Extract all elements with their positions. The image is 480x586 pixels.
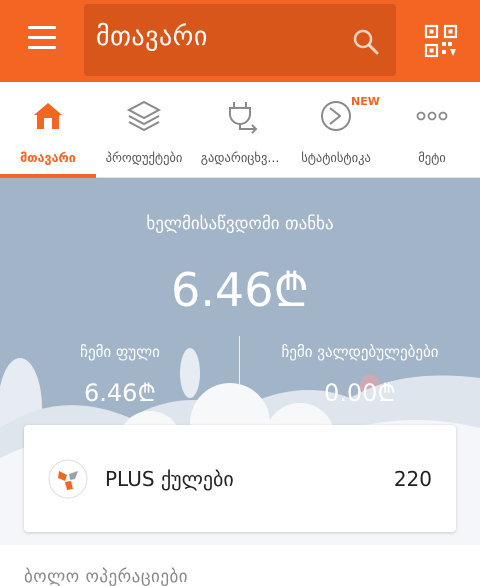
my-obligations-amount[interactable]: 0.00₾ — [240, 376, 480, 409]
recent-operations-title: ბოლო ოპერაციები — [24, 567, 189, 586]
statistics-icon — [321, 101, 351, 131]
available-balance-amount: 6.46₾ — [171, 263, 309, 317]
main-nav: მთავარი პროდუქტები გადარიცხვ... სტატისტი… — [0, 82, 480, 178]
recent-operations-section: ბოლო ოპერაციები — [0, 545, 480, 586]
page-title: მთავარი — [96, 22, 208, 52]
available-balance-label: ხელმისაწვდომი თანხა — [146, 214, 334, 234]
nav-item-label: სტატისტიკა — [301, 150, 371, 165]
nav-item-home[interactable]: მთავარი — [0, 82, 96, 178]
new-badge: NEW — [351, 95, 380, 108]
nav-item-transfers[interactable]: გადარიცხვ... — [192, 82, 288, 178]
search-bar[interactable]: მთავარი — [84, 4, 396, 76]
plus-points-label: PLUS ქულები — [105, 467, 234, 491]
my-money-label: ჩემი ფული — [80, 343, 160, 361]
nav-item-label: გადარიცხვ... — [200, 150, 280, 165]
nav-item-label: მეტი — [418, 150, 446, 165]
more-dots-icon — [416, 111, 448, 121]
nav-item-label: პროდუქტები — [105, 150, 183, 165]
layers-icon — [126, 100, 162, 132]
plus-points-count: 220 — [393, 467, 432, 491]
plus-points-card[interactable]: PLUS ქულები 220 — [24, 425, 456, 532]
nav-item-label: მთავარი — [20, 150, 76, 165]
transfer-icon — [229, 102, 258, 134]
top-bar: მთავარი — [0, 0, 480, 82]
nav-item-products[interactable]: პროდუქტები — [96, 82, 192, 178]
my-obligations-label: ჩემი ვალდებულებები — [281, 343, 439, 361]
nav-item-more[interactable]: მეტი — [384, 82, 480, 178]
home-icon — [34, 103, 62, 129]
my-money-amount[interactable]: 6.46₾ — [0, 376, 240, 409]
plus-logo-icon — [48, 459, 88, 499]
hamburger-icon[interactable] — [24, 26, 60, 54]
search-icon[interactable] — [352, 28, 380, 56]
qr-scan-icon[interactable] — [424, 24, 458, 58]
